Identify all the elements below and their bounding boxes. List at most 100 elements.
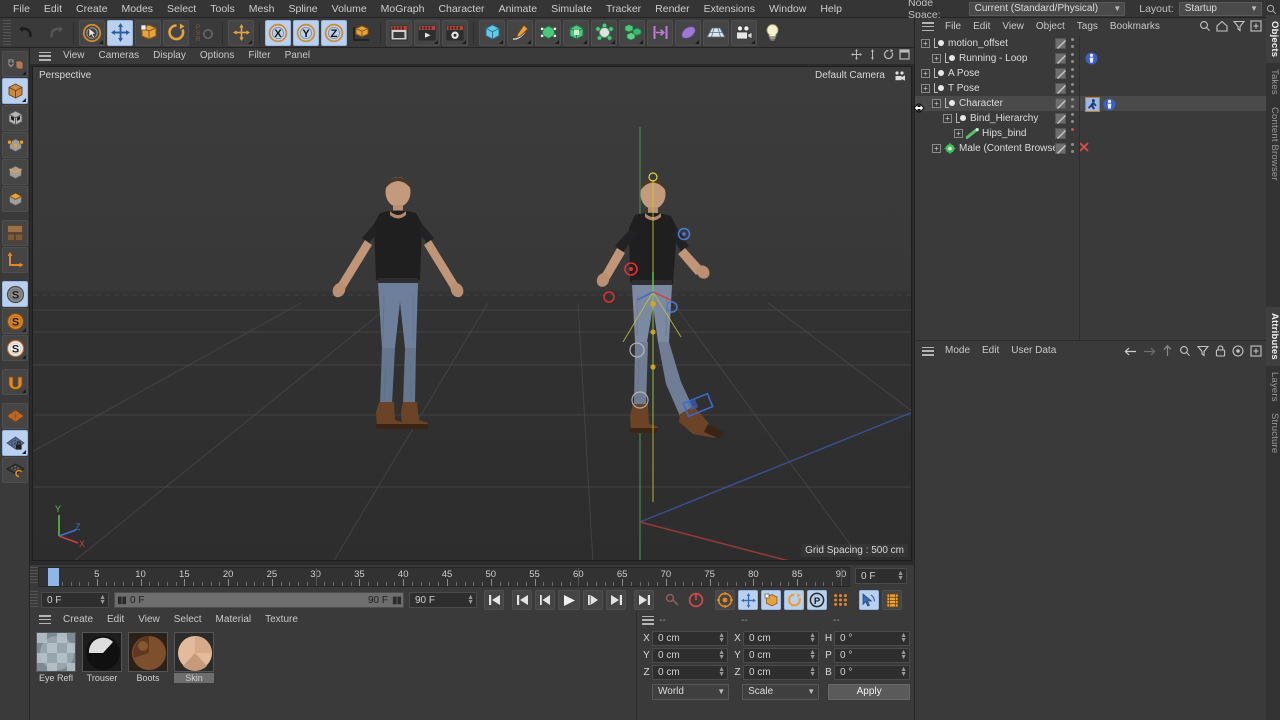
size-x-field[interactable]: 0 cm ▲ ▼ — [743, 630, 819, 646]
scale-button[interactable] — [135, 19, 161, 46]
delete-tag[interactable] — [1079, 142, 1089, 152]
object-enable-dots[interactable] — [1071, 98, 1074, 108]
spinner-icon[interactable]: ▲ ▼ — [718, 666, 725, 678]
spinner-icon[interactable]: ▲ ▼ — [718, 649, 725, 661]
timeline-grip[interactable] — [30, 567, 38, 585]
rotate-button[interactable] — [163, 19, 189, 46]
range-handle-left-icon[interactable]: ▮▮ — [117, 595, 127, 606]
timeline-playhead[interactable] — [48, 568, 59, 586]
object-tree-row[interactable]: + Character — [915, 96, 1266, 112]
object-menu-view[interactable]: View — [996, 18, 1030, 35]
object-manager-menu-icon[interactable] — [922, 22, 934, 31]
search-icon[interactable] — [1199, 20, 1211, 32]
spinner-icon[interactable]: ▲ ▼ — [718, 632, 725, 644]
fullscreen-icon[interactable] — [1250, 20, 1262, 32]
rotate-view-icon[interactable] — [883, 49, 894, 60]
z-axis-button[interactable]: Z — [321, 19, 347, 46]
object-tree-row[interactable]: + Running - Loop — [915, 51, 1266, 66]
planar-workplane-button[interactable] — [2, 457, 28, 483]
character-model-right[interactable] — [553, 172, 743, 512]
pla-key-button[interactable] — [830, 590, 850, 610]
mograph-button[interactable] — [619, 19, 645, 46]
floor-button[interactable] — [703, 19, 729, 46]
position-y-field[interactable]: 0 cm ▲ ▼ — [652, 647, 728, 663]
vertical-tab-objects[interactable]: Objects — [1266, 15, 1280, 64]
size-z-field[interactable]: 0 cm ▲ ▼ — [743, 664, 819, 680]
redo-button[interactable] — [42, 20, 68, 46]
object-visibility-toggle[interactable] — [1055, 143, 1066, 154]
tree-expander[interactable]: + — [932, 144, 941, 153]
object-enable-dots[interactable] — [1071, 53, 1074, 63]
timeline-mode-button[interactable] — [882, 590, 902, 610]
home-icon[interactable] — [1216, 20, 1228, 32]
zoom-view-icon[interactable] — [867, 49, 878, 60]
playbar-grip[interactable] — [30, 591, 38, 609]
object-tree-row[interactable]: + Male (Content Browser) — [915, 141, 1266, 156]
object-tree[interactable]: + motion_offset + Running - Loop + A Pose + T P… — [915, 36, 1266, 340]
snap-white-button[interactable]: S — [2, 335, 28, 361]
viewport-menu-panel[interactable]: Panel — [278, 48, 318, 64]
material-swatch-leather[interactable] — [128, 632, 168, 672]
filter-icon[interactable] — [1197, 345, 1209, 357]
menu-item-edit[interactable]: Edit — [37, 0, 69, 18]
viewport-menu-icon[interactable] — [39, 51, 51, 61]
range-start-field[interactable]: 0 F ▲ ▼ — [41, 592, 109, 608]
fullscreen-icon[interactable] — [1250, 345, 1262, 357]
array-button[interactable] — [563, 19, 589, 46]
material-menu-texture[interactable]: Texture — [258, 611, 305, 628]
object-menu-edit[interactable]: Edit — [967, 18, 996, 35]
vertical-tab-content-browser[interactable]: Content Browser — [1266, 101, 1280, 187]
keyframe-selection-button[interactable] — [715, 590, 735, 610]
object-enable-dots[interactable] — [1071, 68, 1074, 78]
attributes-menu-user-data[interactable]: User Data — [1005, 341, 1062, 361]
workplane-button[interactable] — [2, 369, 28, 395]
tree-expander[interactable]: + — [921, 84, 930, 93]
object-visibility-toggle[interactable] — [1055, 68, 1066, 79]
viewport-menu-display[interactable]: Display — [146, 48, 193, 64]
menu-item-spline[interactable]: Spline — [281, 0, 324, 18]
viewport-menu-filter[interactable]: Filter — [241, 48, 277, 64]
range-handle-right-icon[interactable]: ▮▮ — [392, 595, 402, 606]
object-menu-file[interactable]: File — [939, 18, 967, 35]
menu-item-mesh[interactable]: Mesh — [242, 0, 282, 18]
record-active-objects-button[interactable] — [663, 590, 683, 610]
search-icon[interactable] — [1179, 345, 1191, 357]
previous-keyframe-button[interactable] — [512, 590, 532, 610]
menu-item-file[interactable]: File — [6, 0, 37, 18]
menu-item-simulate[interactable]: Simulate — [544, 0, 599, 18]
position-z-field[interactable]: 0 cm ▲ ▼ — [652, 664, 728, 680]
rotation-key-button[interactable] — [784, 590, 804, 610]
menu-item-help[interactable]: Help — [813, 0, 849, 18]
scale-key-button[interactable] — [761, 590, 781, 610]
menu-item-tools[interactable]: Tools — [203, 0, 242, 18]
vertical-tab-attributes[interactable]: Attributes — [1266, 306, 1280, 366]
next-frame-button[interactable] — [583, 590, 603, 610]
previous-frame-button[interactable] — [535, 590, 555, 610]
enable-axis-button[interactable]: S — [2, 281, 28, 307]
spinner-icon[interactable]: ▲ ▼ — [809, 649, 816, 661]
attributes-menu-edit[interactable]: Edit — [976, 341, 1005, 361]
target-icon[interactable] — [1232, 345, 1244, 357]
material-item[interactable]: Skin — [174, 632, 214, 683]
vertical-tab-layers[interactable]: Layers — [1266, 366, 1280, 408]
rotation-b-field[interactable]: 0 ° ▲ ▼ — [834, 664, 910, 680]
menu-item-window[interactable]: Window — [762, 0, 813, 18]
autokeying-button[interactable] — [686, 590, 706, 610]
character-model-left[interactable] — [318, 172, 478, 472]
viewport-menu-cameras[interactable]: Cameras — [92, 48, 147, 64]
up-arrow-icon[interactable] — [1162, 345, 1173, 357]
material-menu-create[interactable]: Create — [56, 611, 100, 628]
spinner-icon[interactable]: ▲ ▼ — [809, 632, 816, 644]
next-keyframe-button[interactable] — [606, 590, 626, 610]
tree-expander[interactable]: + — [921, 39, 930, 48]
vertical-tab-structure[interactable]: Structure — [1266, 407, 1280, 459]
attributes-menu-icon[interactable] — [922, 346, 934, 356]
menu-item-extensions[interactable]: Extensions — [697, 0, 762, 18]
material-item[interactable]: Trouser — [82, 632, 122, 683]
object-visibility-toggle[interactable] — [1055, 98, 1066, 109]
spinner-icon[interactable]: ▲ ▼ — [897, 570, 904, 582]
menu-item-create[interactable]: Create — [69, 0, 115, 18]
pan-view-icon[interactable] — [851, 49, 862, 60]
attributes-menu-mode[interactable]: Mode — [939, 341, 976, 361]
uv-mode-button[interactable] — [2, 220, 28, 246]
